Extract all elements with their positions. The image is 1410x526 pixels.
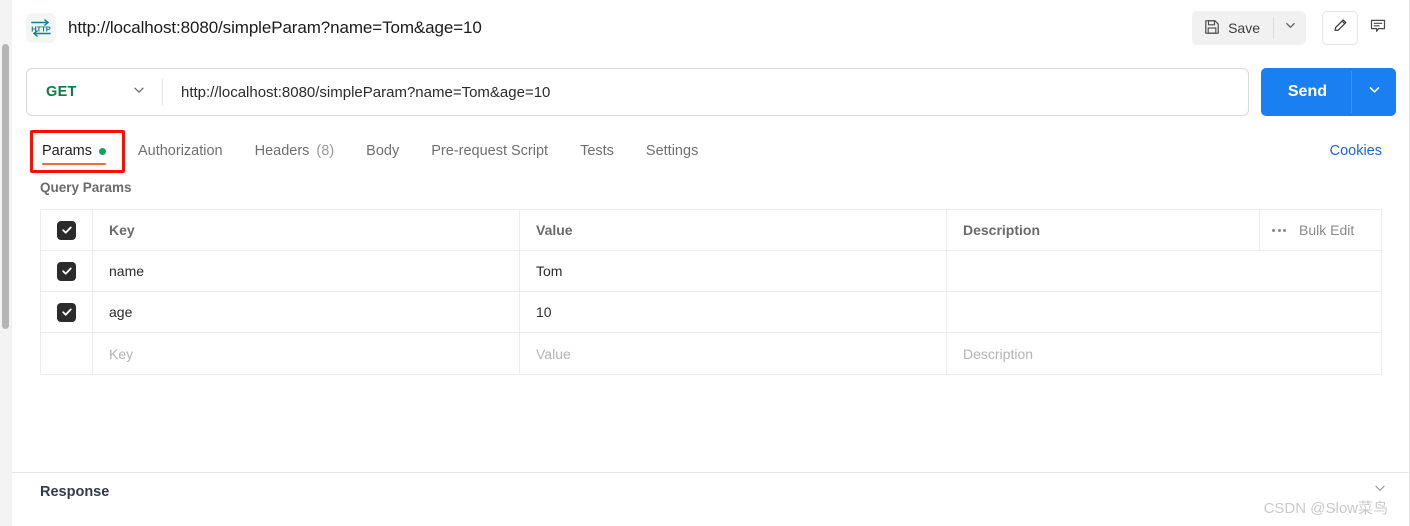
row-value-cell[interactable]: Tom <box>520 251 947 291</box>
row-key-cell[interactable]: age <box>93 292 520 332</box>
table-row: name Tom <box>41 251 1381 292</box>
save-options-caret[interactable] <box>1274 11 1306 45</box>
query-params-table: Key Value Description Bulk Edit name Tom… <box>40 209 1382 375</box>
pencil-icon <box>1332 17 1349 39</box>
tab-tests[interactable]: Tests <box>564 128 630 174</box>
tab-settings[interactable]: Settings <box>630 128 714 174</box>
http-method-label: GET <box>46 84 77 100</box>
http-protocol-icon: HTTP <box>26 13 56 43</box>
column-header-description-label: Description <box>963 222 1041 238</box>
row-select-cell <box>41 292 93 332</box>
left-scrollbar-rail <box>0 0 12 526</box>
row-select-cell-empty[interactable] <box>41 333 93 374</box>
row-checkbox[interactable] <box>57 302 76 322</box>
tab-tests-label: Tests <box>580 143 614 159</box>
row-select-cell <box>41 251 93 291</box>
table-header-row: Key Value Description Bulk Edit <box>41 210 1381 251</box>
tab-params[interactable]: Params <box>26 128 122 174</box>
column-header-key-label: Key <box>109 222 135 238</box>
row-checkbox[interactable] <box>57 261 76 281</box>
svg-text:HTTP: HTTP <box>31 24 51 33</box>
column-header-description: Description <box>947 210 1259 250</box>
postman-request-window: HTTP http://localhost:8080/simpleParam?n… <box>0 0 1410 526</box>
bulk-edit-button[interactable]: Bulk Edit <box>1299 222 1354 238</box>
column-header-value-label: Value <box>536 222 573 238</box>
new-row-description-input[interactable]: Description <box>947 333 1381 374</box>
row-description-cell[interactable] <box>947 251 1381 291</box>
new-row-description-placeholder: Description <box>963 345 1034 362</box>
row-key-cell[interactable]: name <box>93 251 520 291</box>
chevron-down-icon <box>1284 19 1297 37</box>
chevron-down-icon <box>1367 82 1382 102</box>
edit-request-button[interactable] <box>1322 11 1358 45</box>
header-icon-group <box>1322 11 1396 45</box>
query-params-label: Query Params <box>40 180 132 195</box>
send-options-caret[interactable] <box>1352 68 1396 116</box>
response-divider <box>12 472 1410 473</box>
send-button[interactable]: Send <box>1261 68 1351 116</box>
tab-pre-request-script[interactable]: Pre-request Script <box>415 128 564 174</box>
tab-headers[interactable]: Headers (8) <box>239 128 351 174</box>
tab-headers-label: Headers <box>254 143 310 159</box>
response-section-title: Response <box>40 484 110 500</box>
request-tabs: Params Authorization Headers (8) Body Pr… <box>26 128 714 174</box>
tab-body[interactable]: Body <box>350 128 415 174</box>
comment-icon <box>1369 17 1387 40</box>
table-row-empty: Key Value Description <box>41 333 1381 374</box>
chevron-down-icon <box>132 83 146 102</box>
floppy-disk-icon <box>1204 19 1220 38</box>
row-key-value: name <box>109 263 145 279</box>
row-description-cell[interactable] <box>947 292 1381 332</box>
tab-params-label: Params <box>42 143 92 159</box>
row-value-cell[interactable]: 10 <box>520 292 947 332</box>
new-row-key-input[interactable]: Key <box>93 333 520 374</box>
params-modified-dot-icon <box>98 147 106 155</box>
watermark: CSDN @Slow菜鸟 <box>1263 500 1388 517</box>
request-header: HTTP http://localhost:8080/simpleParam?n… <box>12 0 1410 56</box>
column-header-key: Key <box>93 210 520 250</box>
header-actions: Save <box>1192 11 1410 45</box>
save-button[interactable]: Save <box>1192 11 1273 45</box>
cookies-link[interactable]: Cookies <box>1330 128 1396 174</box>
tab-authorization-label: Authorization <box>137 143 223 159</box>
row-key-value: age <box>109 304 133 320</box>
ellipsis-icon[interactable] <box>1272 228 1286 232</box>
url-bar-row: GET http://localhost:8080/simpleParam?na… <box>12 56 1410 128</box>
new-row-key-placeholder: Key <box>109 345 134 362</box>
tab-authorization[interactable]: Authorization <box>122 128 239 174</box>
comments-button[interactable] <box>1360 11 1396 45</box>
tab-headers-count: (8) <box>316 143 335 159</box>
scrollbar-thumb[interactable] <box>2 44 9 329</box>
row-value-value: 10 <box>536 304 552 320</box>
tab-settings-label: Settings <box>645 143 699 159</box>
new-row-value-input[interactable]: Value <box>520 333 947 374</box>
tab-pre-request-script-label: Pre-request Script <box>431 143 549 159</box>
http-method-select[interactable]: GET <box>27 69 162 115</box>
request-tabs-row: Params Authorization Headers (8) Body Pr… <box>12 128 1410 174</box>
select-all-cell <box>41 210 93 250</box>
send-button-group: Send <box>1260 68 1396 116</box>
request-title: http://localhost:8080/simpleParam?name=T… <box>68 18 482 37</box>
select-all-checkbox[interactable] <box>57 220 76 240</box>
url-input-wrapper: GET http://localhost:8080/simpleParam?na… <box>26 68 1249 116</box>
new-row-value-placeholder: Value <box>536 345 571 362</box>
request-panel: HTTP http://localhost:8080/simpleParam?n… <box>12 0 1410 526</box>
url-input[interactable]: http://localhost:8080/simpleParam?name=T… <box>163 84 1248 101</box>
tab-body-label: Body <box>366 143 400 159</box>
column-header-value: Value <box>520 210 947 250</box>
save-button-group: Save <box>1192 11 1306 45</box>
row-value-value: Tom <box>536 263 563 279</box>
tab-active-underline <box>42 163 106 165</box>
table-tools: Bulk Edit <box>1259 210 1381 250</box>
table-row: age 10 <box>41 292 1381 333</box>
save-button-label: Save <box>1228 20 1260 36</box>
